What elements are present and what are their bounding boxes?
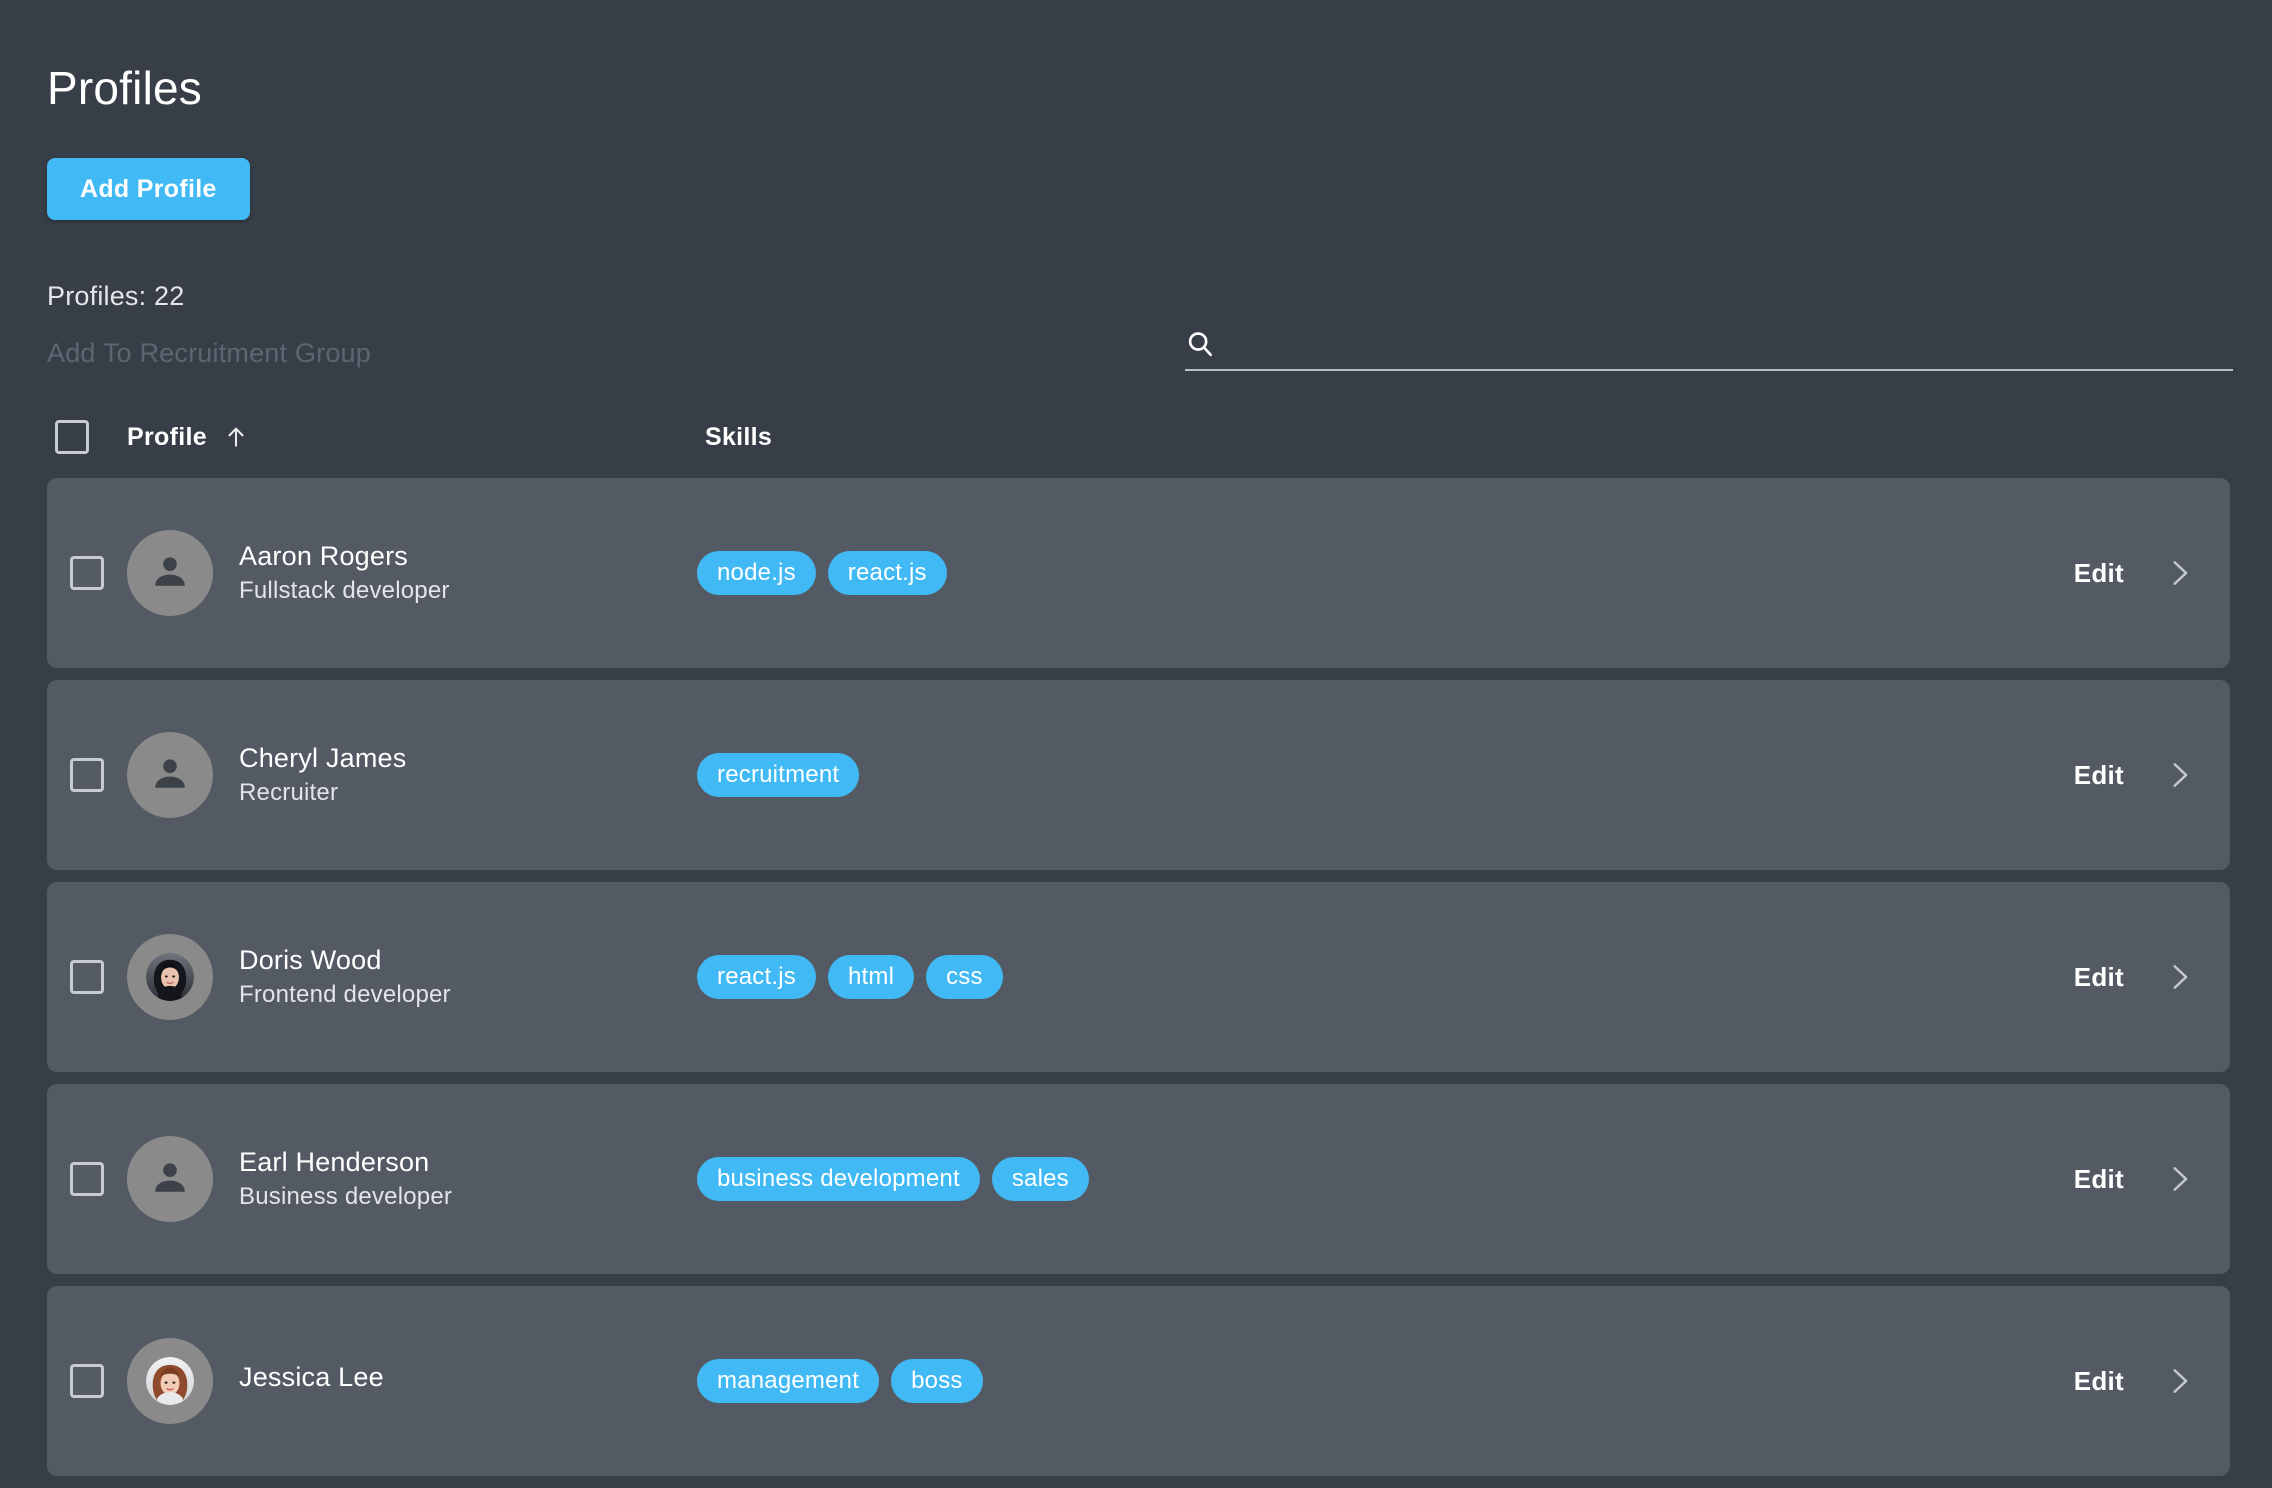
- profile-name: Aaron Rogers: [239, 540, 408, 571]
- row-checkbox[interactable]: [70, 758, 104, 792]
- profile-cell: Cheryl James Recruiter: [127, 732, 697, 818]
- avatar: [127, 934, 213, 1020]
- row-select-cell: [47, 556, 127, 590]
- profile-row[interactable]: Doris Wood Frontend developer react.js html…: [47, 882, 2230, 1072]
- avatar-placeholder: [127, 732, 213, 818]
- profile-cell: Jessica Lee: [127, 1338, 697, 1424]
- chevron-right-icon[interactable]: [2162, 1364, 2196, 1398]
- profile-text: Cheryl James Recruiter: [239, 742, 407, 806]
- add-to-recruitment-group-button[interactable]: Add To Recruitment Group: [47, 334, 371, 369]
- profile-role: Frontend developer: [239, 980, 451, 1008]
- chevron-right-icon[interactable]: [2162, 1162, 2196, 1196]
- row-checkbox[interactable]: [70, 556, 104, 590]
- edit-button[interactable]: Edit: [2072, 1360, 2126, 1403]
- row-actions: Edit: [2072, 956, 2230, 999]
- toolbar: Add To Recruitment Group: [47, 328, 2272, 394]
- profile-cell: Doris Wood Frontend developer: [127, 934, 697, 1020]
- row-actions: Edit: [2072, 1158, 2230, 1201]
- skill-chip[interactable]: css: [926, 955, 1003, 999]
- profile-name: Jessica Lee: [239, 1362, 384, 1393]
- row-actions: Edit: [2072, 1360, 2230, 1403]
- skill-chip[interactable]: react.js: [697, 955, 816, 999]
- column-header-skills: Skills: [705, 423, 2272, 452]
- profile-text: Doris Wood Frontend developer: [239, 944, 451, 1008]
- avatar: [127, 1338, 213, 1424]
- profile-name: Doris Wood: [239, 944, 382, 975]
- row-checkbox[interactable]: [70, 1162, 104, 1196]
- profile-role: Recruiter: [239, 778, 339, 806]
- column-header-profile[interactable]: Profile: [127, 423, 705, 452]
- search-input[interactable]: [1225, 328, 2233, 361]
- skill-chip[interactable]: html: [827, 955, 915, 999]
- profile-role: Fullstack developer: [239, 576, 450, 604]
- select-all-checkbox[interactable]: [55, 420, 89, 454]
- row-actions: Edit: [2072, 754, 2230, 797]
- skills-cell: react.js html css: [697, 955, 2072, 999]
- profile-cell: Aaron Rogers Fullstack developer: [127, 530, 697, 616]
- row-select-cell: [47, 1162, 127, 1196]
- edit-button[interactable]: Edit: [2072, 754, 2126, 797]
- search-icon: [1185, 329, 1215, 359]
- chevron-right-icon[interactable]: [2162, 960, 2196, 994]
- skills-cell: business development sales: [697, 1157, 2072, 1201]
- edit-button[interactable]: Edit: [2072, 552, 2126, 595]
- profile-name: Earl Henderson: [239, 1146, 430, 1177]
- avatar-placeholder: [127, 530, 213, 616]
- row-checkbox[interactable]: [70, 960, 104, 994]
- row-select-cell: [47, 960, 127, 994]
- profile-role: Business developer: [239, 1182, 453, 1210]
- skill-chip[interactable]: react.js: [827, 551, 947, 595]
- profile-name: Cheryl James: [239, 742, 407, 773]
- skill-chip[interactable]: management: [697, 1359, 880, 1403]
- row-checkbox[interactable]: [70, 1364, 104, 1398]
- profiles-page: Profiles Add Profile Profiles: 22 Add To…: [0, 0, 2272, 1488]
- edit-button[interactable]: Edit: [2072, 956, 2126, 999]
- skills-cell: node.js react.js: [697, 551, 2072, 595]
- table-header: Profile Skills: [47, 406, 2272, 468]
- arrow-up-icon: [223, 424, 249, 450]
- profile-row[interactable]: Aaron Rogers Fullstack developer node.js re…: [47, 478, 2230, 668]
- profile-row[interactable]: Jessica Lee management boss Edit: [47, 1286, 2230, 1476]
- skill-chip[interactable]: recruitment: [697, 753, 860, 797]
- column-header-profile-label: Profile: [127, 422, 207, 451]
- skill-chip[interactable]: business development: [697, 1157, 980, 1201]
- profile-row[interactable]: Earl Henderson Business developer business…: [47, 1084, 2230, 1274]
- add-profile-button[interactable]: Add Profile: [47, 158, 250, 220]
- edit-button[interactable]: Edit: [2072, 1158, 2126, 1201]
- profile-row[interactable]: Cheryl James Recruiter recruitment Edit: [47, 680, 2230, 870]
- select-all-cell: [55, 420, 127, 454]
- profiles-count: Profiles: 22: [47, 281, 185, 311]
- avatar-placeholder: [127, 1136, 213, 1222]
- row-select-cell: [47, 1364, 127, 1398]
- column-header-skills-label: Skills: [705, 422, 773, 451]
- chevron-right-icon[interactable]: [2162, 758, 2196, 792]
- skill-chip[interactable]: node.js: [697, 551, 816, 595]
- profiles-list: Aaron Rogers Fullstack developer node.js re…: [47, 478, 2272, 1476]
- skills-cell: management boss: [697, 1359, 2072, 1403]
- skill-chip[interactable]: boss: [891, 1359, 983, 1403]
- page-title: Profiles: [47, 62, 202, 114]
- search-box[interactable]: [1185, 328, 2233, 371]
- profile-cell: Earl Henderson Business developer: [127, 1136, 697, 1222]
- profile-text: Aaron Rogers Fullstack developer: [239, 540, 450, 604]
- profile-text: Earl Henderson Business developer: [239, 1146, 453, 1210]
- skills-cell: recruitment: [697, 753, 2072, 797]
- chevron-right-icon[interactable]: [2162, 556, 2196, 590]
- row-actions: Edit: [2072, 552, 2230, 595]
- skill-chip[interactable]: sales: [991, 1157, 1089, 1201]
- row-select-cell: [47, 758, 127, 792]
- profile-text: Jessica Lee: [239, 1362, 384, 1399]
